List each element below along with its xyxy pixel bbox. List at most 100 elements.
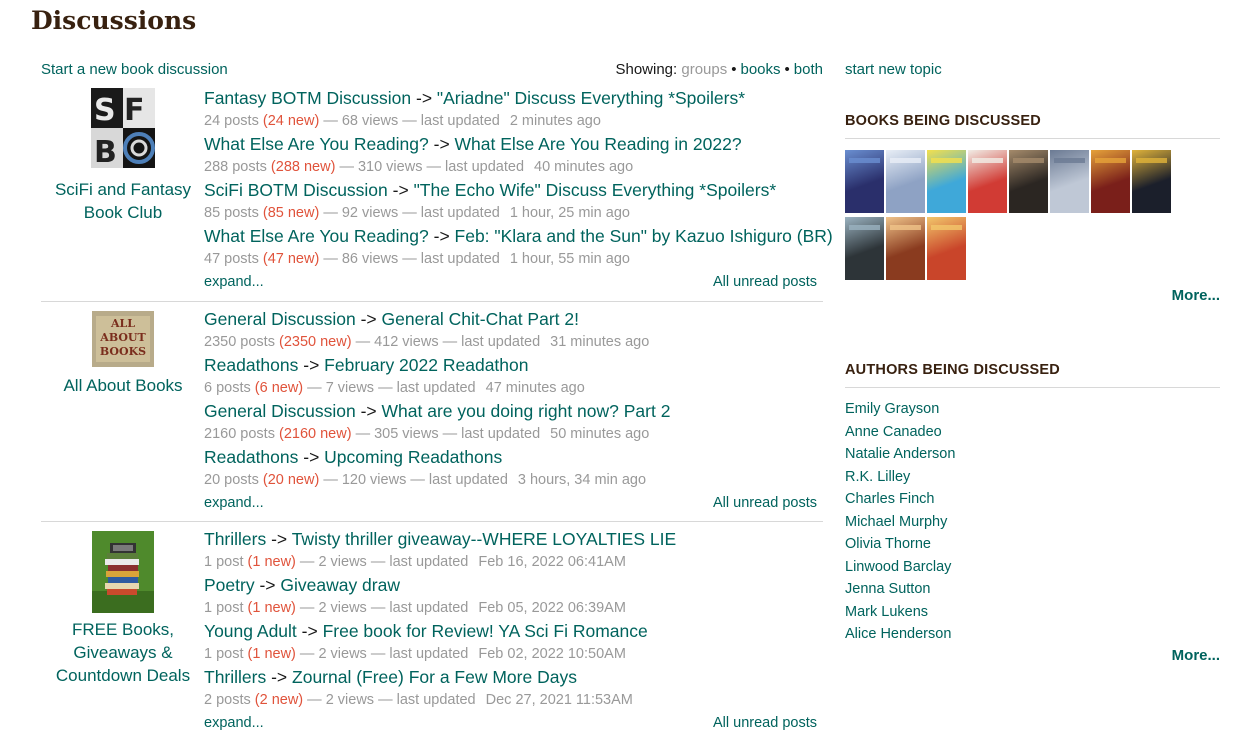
last-updated-time: 47 minutes ago bbox=[485, 380, 585, 396]
new-count[interactable]: (20 new) bbox=[263, 472, 319, 488]
showing-label: Showing: bbox=[615, 61, 678, 78]
bullet-separator: • bbox=[731, 61, 737, 78]
topic-link[interactable]: Free book for Review! YA Sci Fi Romance bbox=[323, 621, 648, 641]
topic-folder-link[interactable]: Young Adult bbox=[204, 621, 297, 641]
author-link[interactable]: Natalie Anderson bbox=[845, 443, 1220, 466]
topic-link[interactable]: Giveaway draw bbox=[280, 575, 400, 595]
topic-link[interactable]: February 2022 Readathon bbox=[324, 355, 528, 375]
group-logo-all-about-books[interactable]: ALL ABOUT BOOKS bbox=[92, 311, 154, 367]
topic-link[interactable]: Upcoming Readathons bbox=[324, 447, 502, 467]
author-link[interactable]: R.K. Lilley bbox=[845, 466, 1220, 489]
showing-option-groups[interactable]: groups bbox=[681, 61, 727, 78]
books-more-link[interactable]: More... bbox=[1172, 287, 1220, 304]
topic-link[interactable]: "Ariadne" Discuss Everything *Spoilers* bbox=[437, 88, 745, 108]
page-title: Discussions bbox=[31, 6, 197, 35]
expand-link[interactable]: expand... bbox=[204, 271, 264, 293]
authors-being-discussed-heading: AUTHORS BEING DISCUSSED bbox=[845, 362, 1220, 388]
book-cover[interactable] bbox=[1091, 150, 1130, 213]
author-link[interactable]: Charles Finch bbox=[845, 488, 1220, 511]
new-count[interactable]: (47 new) bbox=[263, 251, 319, 267]
start-new-topic-link[interactable]: start new topic bbox=[845, 61, 942, 78]
new-count[interactable]: (2350 new) bbox=[279, 334, 352, 350]
last-updated-time: Dec 27, 2021 11:53AM bbox=[485, 692, 633, 708]
views-text: — 86 views — last updated bbox=[323, 251, 500, 267]
topic-folder-link[interactable]: Fantasy BOTM Discussion bbox=[204, 88, 411, 108]
svg-text:ALL: ALL bbox=[110, 317, 135, 330]
topic-folder-link[interactable]: Thrillers bbox=[204, 529, 266, 549]
topic-folder-link[interactable]: Readathons bbox=[204, 355, 298, 375]
last-updated-time: Feb 02, 2022 10:50AM bbox=[478, 646, 626, 662]
book-cover[interactable] bbox=[1050, 150, 1089, 213]
new-count[interactable]: (1 new) bbox=[248, 646, 296, 662]
topic-folder-link[interactable]: What Else Are You Reading? bbox=[204, 226, 429, 246]
views-text: — 310 views — last updated bbox=[339, 159, 525, 175]
new-count[interactable]: (6 new) bbox=[255, 380, 303, 396]
topic-list: Fantasy BOTM Discussion -> "Ariadne" Dis… bbox=[204, 86, 833, 293]
new-count[interactable]: (2160 new) bbox=[279, 426, 352, 442]
topic-folder-link[interactable]: What Else Are You Reading? bbox=[204, 134, 429, 154]
new-count[interactable]: (85 new) bbox=[263, 205, 319, 221]
book-cover[interactable] bbox=[1132, 150, 1171, 213]
views-text: — 2 views — last updated bbox=[299, 646, 469, 662]
book-cover[interactable] bbox=[845, 150, 884, 213]
group-logo-free-books[interactable] bbox=[92, 531, 154, 613]
book-cover[interactable] bbox=[886, 150, 925, 213]
showing-option-both[interactable]: both bbox=[794, 61, 823, 78]
topic-list: Thrillers -> Twisty thriller giveaway--W… bbox=[204, 527, 823, 734]
topic-meta: 2350 posts (2350 new) — 412 views — last… bbox=[204, 331, 823, 354]
book-cover[interactable] bbox=[1009, 150, 1048, 213]
author-link[interactable]: Michael Murphy bbox=[845, 511, 1220, 534]
topic-folder-link[interactable]: Thrillers bbox=[204, 667, 266, 687]
book-cover[interactable] bbox=[927, 217, 966, 280]
topic-link[interactable]: What are you doing right now? Part 2 bbox=[382, 401, 671, 421]
start-book-discussion-link[interactable]: Start a new book discussion bbox=[41, 61, 228, 78]
expand-link[interactable]: expand... bbox=[204, 712, 264, 734]
book-cover[interactable] bbox=[968, 150, 1007, 213]
topic-link[interactable]: Zournal (Free) For a Few More Days bbox=[292, 667, 577, 687]
views-text: — 2 views — last updated bbox=[307, 692, 476, 708]
post-count: 1 post bbox=[204, 554, 244, 570]
topic-folder-link[interactable]: General Discussion bbox=[204, 309, 356, 329]
topic-folder-link[interactable]: SciFi BOTM Discussion bbox=[204, 180, 388, 200]
showing-option-books[interactable]: books bbox=[741, 61, 781, 78]
author-link[interactable]: Mark Lukens bbox=[845, 601, 1220, 624]
book-cover[interactable] bbox=[845, 217, 884, 280]
views-text: — 412 views — last updated bbox=[355, 334, 541, 350]
book-cover[interactable] bbox=[886, 217, 925, 280]
topic-link[interactable]: "The Echo Wife" Discuss Everything *Spoi… bbox=[414, 180, 777, 200]
last-updated-time: Feb 16, 2022 06:41AM bbox=[478, 554, 626, 570]
group-logo-scifi-fantasy[interactable]: S F B bbox=[91, 88, 155, 168]
new-count[interactable]: (1 new) bbox=[248, 600, 296, 616]
group-name[interactable]: FREE Books, Giveaways & Countdown Deals bbox=[41, 618, 205, 687]
topic-link[interactable]: Twisty thriller giveaway--WHERE LOYALTIE… bbox=[292, 529, 676, 549]
new-count[interactable]: (1 new) bbox=[248, 554, 296, 570]
last-updated-time: 1 hour, 55 min ago bbox=[509, 251, 630, 267]
topic-link[interactable]: Feb: "Klara and the Sun" by Kazuo Ishigu… bbox=[455, 226, 833, 246]
authors-more-link[interactable]: More... bbox=[1172, 647, 1220, 664]
author-link[interactable]: Olivia Thorne bbox=[845, 533, 1220, 556]
topic-link[interactable]: What Else Are You Reading in 2022? bbox=[455, 134, 742, 154]
last-updated-time: 2 minutes ago bbox=[509, 113, 601, 129]
group-name[interactable]: SciFi and Fantasy Book Club bbox=[41, 178, 205, 224]
views-text: — 305 views — last updated bbox=[355, 426, 541, 442]
topic-folder-link[interactable]: General Discussion bbox=[204, 401, 356, 421]
views-text: — 2 views — last updated bbox=[299, 554, 469, 570]
new-count[interactable]: (24 new) bbox=[263, 113, 319, 129]
all-unread-posts-link[interactable]: All unread posts bbox=[713, 712, 817, 734]
author-link[interactable]: Jenna Sutton bbox=[845, 578, 1220, 601]
topic-link[interactable]: General Chit-Chat Part 2! bbox=[382, 309, 579, 329]
book-cover[interactable] bbox=[927, 150, 966, 213]
new-count[interactable]: (288 new) bbox=[271, 159, 335, 175]
author-link[interactable]: Linwood Barclay bbox=[845, 556, 1220, 579]
topic-folder-link[interactable]: Poetry bbox=[204, 575, 255, 595]
expand-link[interactable]: expand... bbox=[204, 492, 264, 514]
topic-list: General Discussion -> General Chit-Chat … bbox=[204, 307, 823, 514]
all-unread-posts-link[interactable]: All unread posts bbox=[713, 492, 817, 514]
author-link[interactable]: Anne Canadeo bbox=[845, 421, 1220, 444]
author-link[interactable]: Emily Grayson bbox=[845, 398, 1220, 421]
author-link[interactable]: Alice Henderson bbox=[845, 623, 1220, 646]
new-count[interactable]: (2 new) bbox=[255, 692, 303, 708]
group-name[interactable]: All About Books bbox=[41, 374, 205, 397]
all-unread-posts-link[interactable]: All unread posts bbox=[713, 271, 817, 293]
topic-folder-link[interactable]: Readathons bbox=[204, 447, 298, 467]
